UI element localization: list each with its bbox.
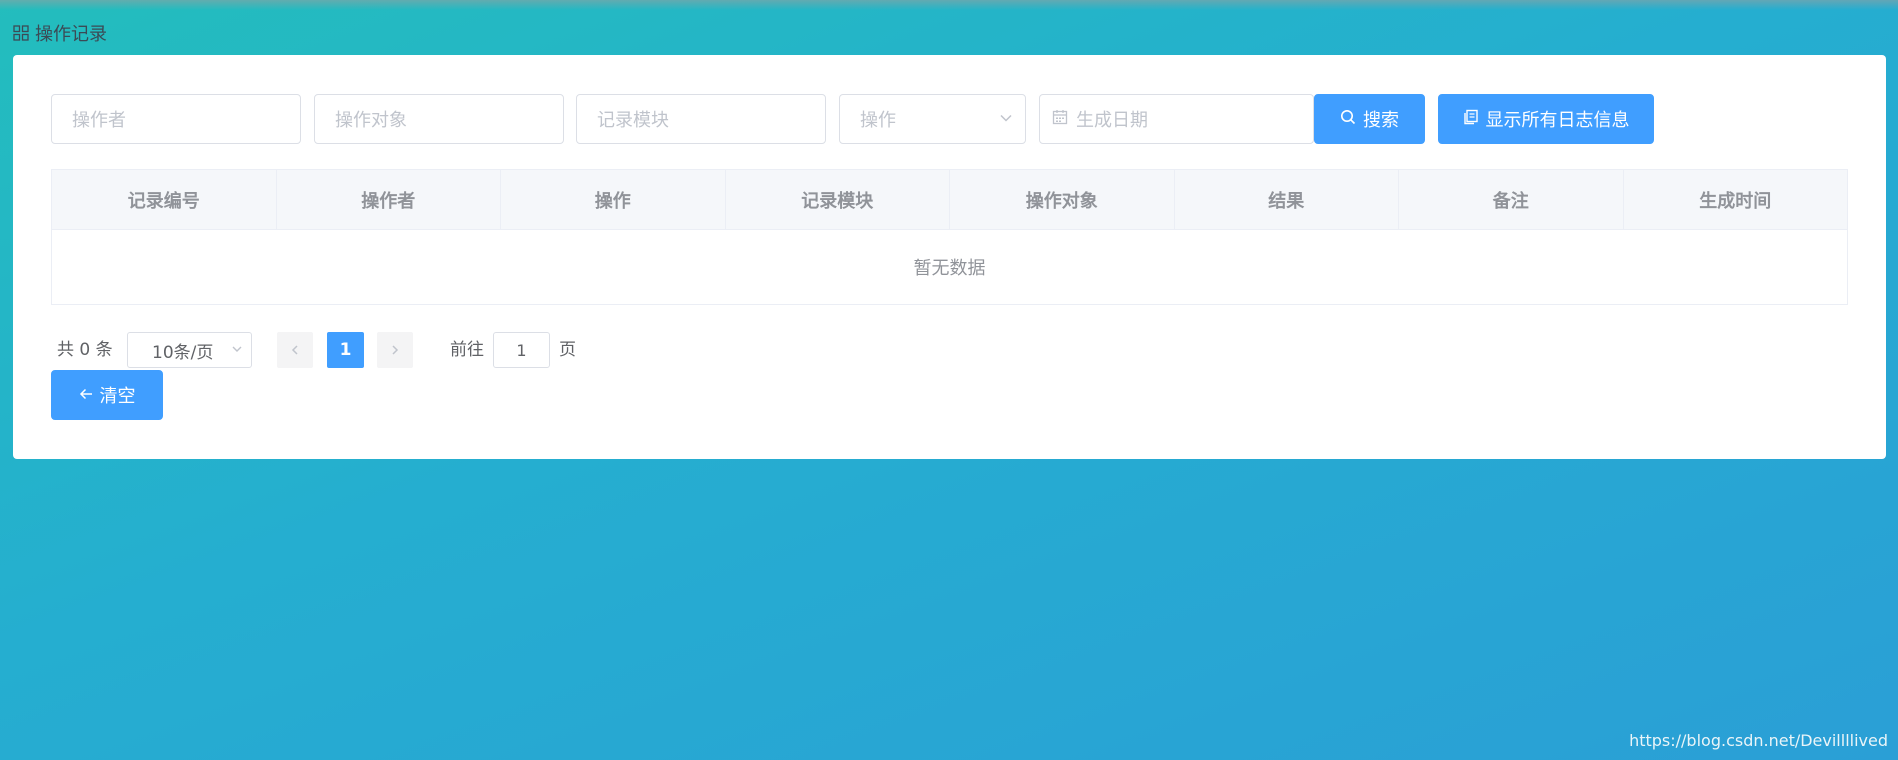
chevron-right-icon xyxy=(389,341,401,360)
target-placeholder: 操作对象 xyxy=(335,110,407,131)
operation-select[interactable]: 操作 xyxy=(839,94,1026,144)
show-all-logs-button[interactable]: 显示所有日志信息 xyxy=(1438,94,1654,144)
search-button-label: 搜索 xyxy=(1363,110,1399,131)
arrow-left-icon xyxy=(79,385,93,406)
target-input[interactable]: 操作对象 xyxy=(314,94,564,144)
chevron-down-icon xyxy=(231,340,243,360)
column-header-module[interactable]: 记录模块 xyxy=(726,170,950,229)
clear-button-label: 清空 xyxy=(99,386,136,407)
page-number-1[interactable]: 1 xyxy=(327,332,364,368)
operator-input[interactable]: 操作者 xyxy=(51,94,301,144)
table-empty-text: 暂无数据 xyxy=(913,258,986,279)
document-icon xyxy=(1463,109,1479,130)
page-title: 操作记录 xyxy=(35,24,107,45)
page-size-value: 10条/页 xyxy=(152,342,214,363)
column-header-result[interactable]: 结果 xyxy=(1175,170,1399,229)
watermark: https://blog.csdn.net/Devillllived xyxy=(1629,731,1888,750)
column-header-created-time[interactable]: 生成时间 xyxy=(1624,170,1848,229)
goto-label: 前往 xyxy=(450,340,484,360)
clear-button[interactable]: 清空 xyxy=(51,370,163,420)
grid-icon xyxy=(13,25,29,41)
page-size-select[interactable]: 10条/页 xyxy=(127,332,252,368)
column-header-operator[interactable]: 操作者 xyxy=(277,170,501,229)
log-table: 记录编号 操作者 操作 记录模块 操作对象 结果 备注 生成时间 暂无数据 xyxy=(51,169,1848,305)
page-suffix-label: 页 xyxy=(559,340,576,360)
main-card: 操作者 操作对象 记录模块 操作 生成日期 搜索 显示所有日志信息 记录编号 操… xyxy=(13,55,1886,459)
table-header: 记录编号 操作者 操作 记录模块 操作对象 结果 备注 生成时间 xyxy=(52,170,1847,230)
module-placeholder: 记录模块 xyxy=(597,110,669,131)
column-header-record-id[interactable]: 记录编号 xyxy=(52,170,277,229)
pagination-total: 共 0 条 xyxy=(57,340,113,360)
page-header: 操作记录 xyxy=(13,22,107,45)
module-input[interactable]: 记录模块 xyxy=(576,94,826,144)
chevron-left-icon xyxy=(289,341,301,360)
search-icon xyxy=(1340,109,1356,130)
search-button[interactable]: 搜索 xyxy=(1314,94,1425,144)
top-shadow xyxy=(0,0,1898,10)
column-header-operation[interactable]: 操作 xyxy=(501,170,726,229)
chevron-down-icon xyxy=(999,109,1013,130)
column-header-remark[interactable]: 备注 xyxy=(1399,170,1624,229)
operation-placeholder: 操作 xyxy=(860,110,896,131)
prev-page-button[interactable] xyxy=(277,332,313,368)
next-page-button[interactable] xyxy=(377,332,413,368)
goto-page-input[interactable]: 1 xyxy=(493,332,550,368)
column-header-target[interactable]: 操作对象 xyxy=(950,170,1175,229)
calendar-icon xyxy=(1052,109,1068,130)
show-all-logs-label: 显示所有日志信息 xyxy=(1485,110,1630,131)
date-placeholder: 生成日期 xyxy=(1076,110,1148,131)
date-picker[interactable]: 生成日期 xyxy=(1039,94,1314,144)
operator-placeholder: 操作者 xyxy=(72,110,126,131)
